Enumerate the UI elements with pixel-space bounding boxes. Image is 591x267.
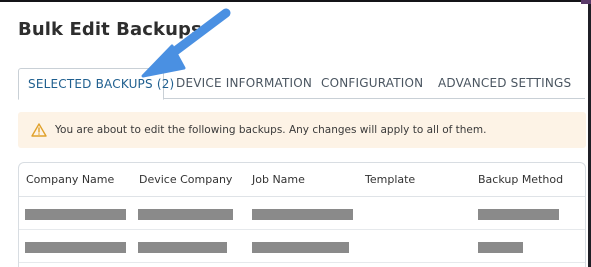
- column-header-device-company[interactable]: Device Company: [139, 163, 232, 197]
- selected-backups-table: Company Name Device Company Job Name Tem…: [18, 162, 586, 267]
- tab-advanced-settings[interactable]: ADVANCED SETTINGS: [438, 68, 571, 99]
- warning-triangle-icon: [31, 123, 47, 137]
- warning-notice: You are about to edit the following back…: [18, 112, 586, 148]
- warning-notice-text: You are about to edit the following back…: [55, 124, 487, 136]
- redacted-cell: [478, 242, 523, 253]
- dialog-title: Bulk Edit Backups: [18, 19, 202, 40]
- redacted-cell: [478, 209, 559, 220]
- redacted-cell: [25, 209, 126, 220]
- column-header-template[interactable]: Template: [365, 163, 415, 197]
- redacted-cell: [138, 242, 227, 253]
- redacted-cell: [138, 209, 233, 220]
- tab-selected-backups[interactable]: SELECTED BACKUPS (2): [18, 68, 174, 100]
- table-row[interactable]: [19, 230, 585, 263]
- tab-configuration[interactable]: CONFIGURATION: [321, 68, 423, 99]
- tab-bar: SELECTED BACKUPS (2) DEVICE INFORMATION …: [18, 68, 585, 100]
- table-header: Company Name Device Company Job Name Tem…: [19, 163, 585, 197]
- tab-device-information[interactable]: DEVICE INFORMATION: [176, 68, 312, 99]
- column-header-company-name[interactable]: Company Name: [26, 163, 114, 197]
- column-header-backup-method[interactable]: Backup Method: [478, 163, 563, 197]
- window-corner-accent: [581, 0, 591, 4]
- window-top-edge: [0, 0, 591, 2]
- redacted-cell: [25, 242, 126, 253]
- bulk-edit-dialog: Bulk Edit Backups SELECTED BACKUPS (2) D…: [0, 0, 591, 267]
- table-row[interactable]: [19, 197, 585, 230]
- column-header-job-name[interactable]: Job Name: [252, 163, 305, 197]
- redacted-cell: [252, 209, 353, 220]
- redacted-cell: [252, 242, 349, 253]
